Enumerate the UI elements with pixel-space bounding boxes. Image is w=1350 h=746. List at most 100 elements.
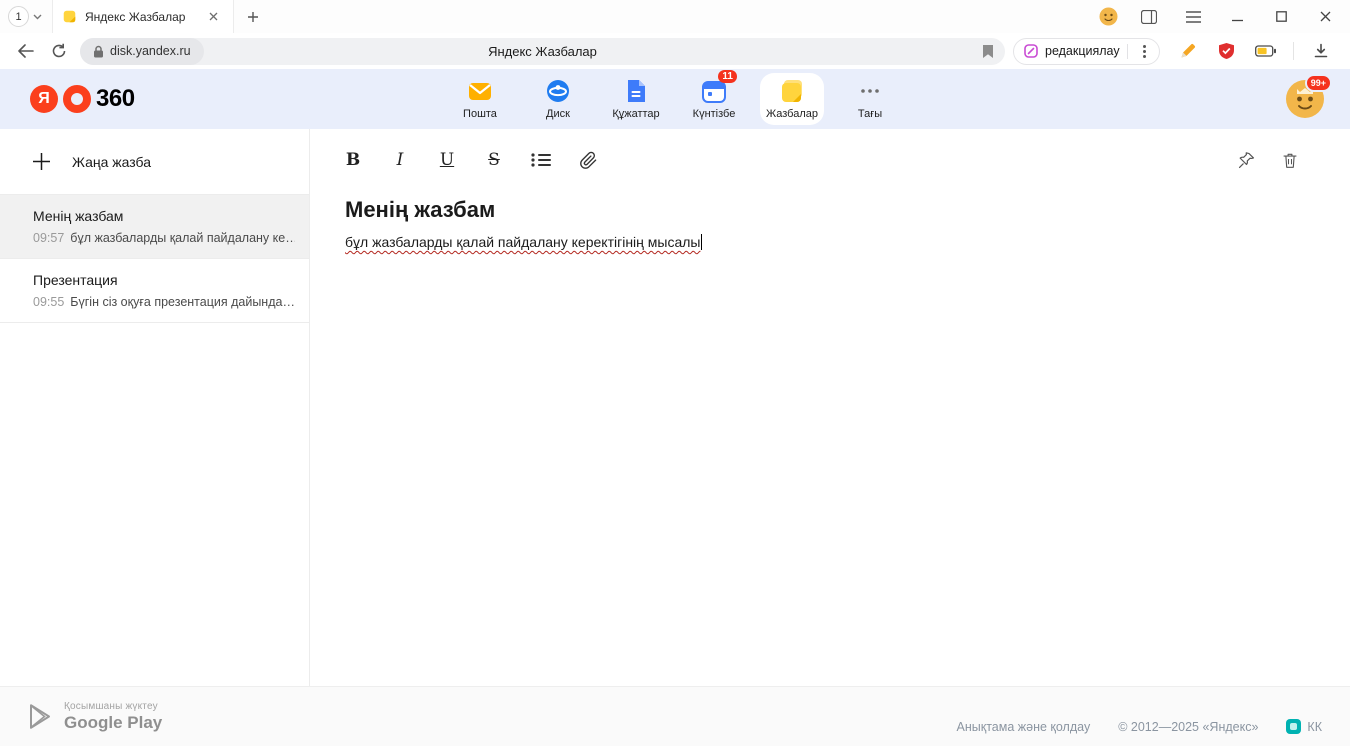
app-label: Жазбалар	[766, 108, 818, 120]
divider	[1293, 42, 1294, 60]
google-play-icon	[28, 703, 52, 730]
notes-favicon-icon	[62, 9, 77, 24]
profile-badge: 1	[8, 6, 29, 27]
strikethrough-button[interactable]: S	[479, 145, 509, 175]
note-time: 09:55	[33, 295, 64, 309]
user-avatar[interactable]: 99+	[1286, 80, 1324, 118]
downloads-icon[interactable]	[1309, 39, 1333, 63]
store-name: Google Play	[64, 713, 162, 733]
note-editor-title[interactable]: Менің жазбам	[345, 197, 1305, 223]
text-cursor	[701, 234, 702, 250]
browser-toolbar: disk.yandex.ru Яндекс Жазбалар редакциял…	[0, 33, 1350, 69]
bullet-list-button[interactable]	[526, 145, 556, 175]
app-label: Күнтізбе	[693, 108, 736, 120]
browser-tab-bar: 1 Яндекс Жазбалар	[0, 0, 1350, 33]
yandex360-logo[interactable]: Я 360	[30, 85, 135, 113]
bookmark-icon[interactable]	[982, 44, 1005, 59]
battery-extension-icon[interactable]	[1254, 39, 1278, 63]
notes-sidebar: Жаңа жазба Менің жазбам 09:57 бұл жазбала…	[0, 129, 310, 686]
app-mail[interactable]: Пошта	[448, 73, 512, 125]
list-icon	[531, 152, 551, 168]
app-label: Диск	[546, 108, 570, 120]
app-more[interactable]: Тағы	[838, 73, 902, 125]
editor-toolbar: B I U S	[338, 145, 1305, 175]
help-link[interactable]: Анықтама және қолдау	[957, 720, 1091, 734]
app-docs[interactable]: Құжаттар	[604, 73, 668, 125]
app-notes[interactable]: Жазбалар	[760, 73, 824, 125]
window-maximize-button[interactable]	[1268, 6, 1294, 28]
more-apps-icon	[861, 78, 879, 104]
window-minimize-button[interactable]	[1224, 6, 1250, 28]
language-icon	[1286, 719, 1301, 734]
browser-tab[interactable]: Яндекс Жазбалар	[52, 0, 234, 33]
url-text: disk.yandex.ru	[110, 44, 191, 58]
notes-icon	[779, 78, 805, 104]
mail-icon	[467, 78, 493, 104]
window-close-button[interactable]	[1312, 6, 1338, 28]
app-disk[interactable]: Диск	[526, 73, 590, 125]
app-label: Құжаттар	[612, 108, 659, 120]
notifications-badge: 99+	[1305, 74, 1332, 92]
note-time: 09:57	[33, 231, 64, 245]
shield-extension-icon[interactable]	[1215, 39, 1239, 63]
address-bar[interactable]: disk.yandex.ru Яндекс Жазбалар	[80, 38, 1005, 65]
disk-icon	[545, 78, 571, 104]
tab-close-icon[interactable]	[202, 6, 224, 28]
note-editor-body[interactable]: бұл жазбаларды қалай пайдалану керектігі…	[345, 234, 1305, 250]
mood-avatar-icon[interactable]	[1099, 7, 1118, 26]
note-title: Менің жазбам	[33, 208, 295, 224]
plus-icon	[33, 153, 50, 170]
note-preview: Бүгін сіз оқуға презентация дайында…	[70, 295, 295, 309]
tab-title: Яндекс Жазбалар	[85, 10, 194, 24]
new-note-button[interactable]: Жаңа жазба	[0, 129, 309, 195]
edit-button[interactable]: редакциялау	[1013, 38, 1160, 65]
browser-menu-icon[interactable]	[1180, 6, 1206, 28]
pin-icon	[1237, 151, 1256, 170]
logo-360-text: 360	[96, 85, 135, 113]
ring-logo-icon	[63, 85, 91, 113]
documents-icon	[623, 78, 649, 104]
store-caption: Қосымшаны жүктеу	[64, 701, 162, 712]
pin-note-button[interactable]	[1231, 145, 1261, 175]
copyright-text: © 2012—2025 «Яндекс»	[1118, 720, 1258, 734]
note-list-item-2[interactable]: Презентация 09:55 Бүгін сіз оқуға презент…	[0, 259, 309, 323]
new-tab-button[interactable]	[242, 6, 264, 28]
refresh-button[interactable]	[46, 38, 72, 64]
app-label: Пошта	[463, 108, 497, 120]
page-title: Яндекс Жазбалар	[80, 44, 1005, 59]
note-title: Презентация	[33, 272, 295, 288]
back-button[interactable]	[12, 38, 38, 64]
yandex-logo-icon: Я	[30, 85, 58, 113]
attach-file-button[interactable]	[573, 145, 603, 175]
calendar-badge: 11	[718, 70, 737, 83]
note-preview: бұл жазбаларды қалай пайдалану ке…	[70, 231, 295, 245]
site-chip[interactable]: disk.yandex.ru	[80, 38, 204, 65]
lock-icon	[93, 45, 104, 58]
side-panel-icon[interactable]	[1136, 6, 1162, 28]
edit-button-label: редакциялау	[1045, 44, 1120, 58]
note-body-text: бұл жазбаларды қалай пайдалану керектігі…	[345, 234, 700, 250]
more-options-icon[interactable]	[1135, 41, 1155, 61]
italic-button[interactable]: I	[385, 145, 415, 175]
app-calendar[interactable]: 11 Күнтізбе	[682, 73, 746, 125]
new-note-label: Жаңа жазба	[72, 154, 151, 170]
bold-button[interactable]: B	[338, 145, 368, 175]
google-play-link[interactable]: Қосымшаны жүктеу Google Play	[28, 701, 162, 733]
browser-profile-chip[interactable]: 1	[8, 6, 42, 27]
language-label: КК	[1307, 720, 1322, 734]
paperclip-icon	[579, 151, 598, 170]
trash-icon	[1281, 151, 1299, 170]
page-footer: Қосымшаны жүктеу Google Play Анықтама жә…	[0, 686, 1350, 746]
language-switcher[interactable]: КК	[1286, 719, 1322, 734]
underline-button[interactable]: U	[432, 145, 462, 175]
app-switcher: Пошта Диск Құжаттар 11 Күнтізбе Жазбал	[448, 73, 902, 125]
pencil-extension-icon[interactable]	[1176, 39, 1200, 63]
note-editor: B I U S	[310, 129, 1350, 686]
yandex360-header: Я 360 Пошта Диск Құжаттар 11	[0, 69, 1350, 129]
edit-mode-icon	[1024, 44, 1038, 58]
app-label: Тағы	[858, 108, 882, 120]
divider	[1127, 44, 1128, 59]
delete-note-button[interactable]	[1275, 145, 1305, 175]
note-list-item-1[interactable]: Менің жазбам 09:57 бұл жазбаларды қалай п…	[0, 195, 309, 259]
chevron-down-icon	[33, 14, 42, 20]
